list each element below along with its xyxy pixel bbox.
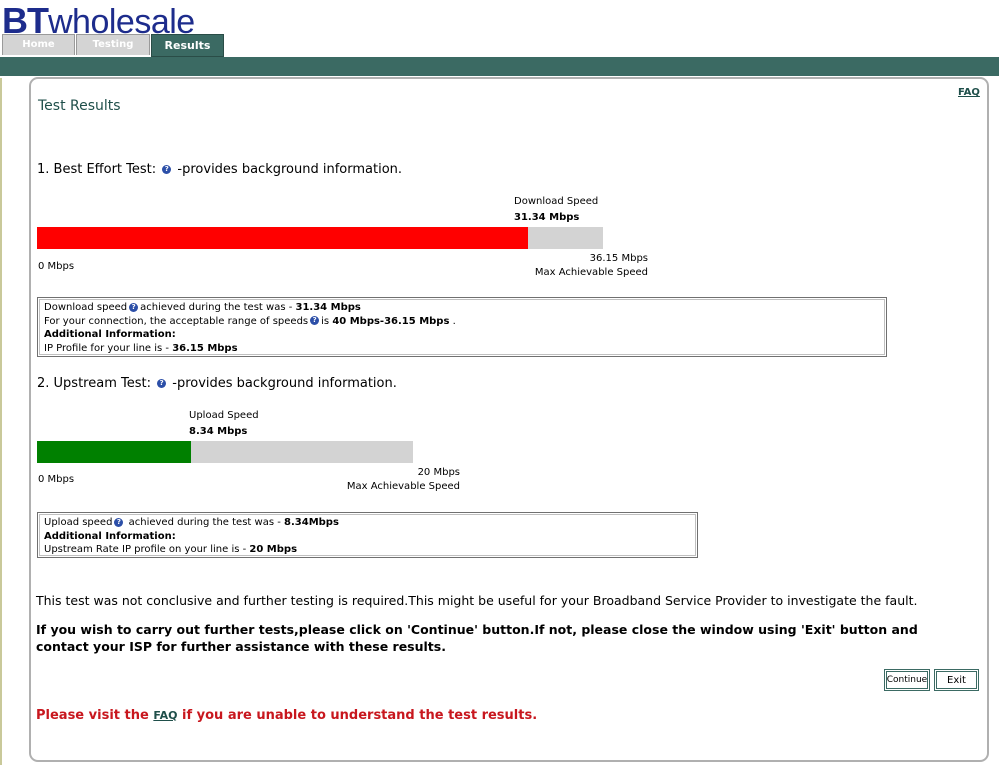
best-effort-heading: 1. Best Effort Test: ? -provides backgro… [37, 162, 402, 177]
download-info-box: Download speed? achieved during the test … [37, 297, 887, 357]
best-effort-help-text: -provides background information. [177, 162, 403, 177]
info-text: achieved during the test was - [125, 517, 285, 528]
help-question-icon[interactable]: ? [157, 379, 167, 388]
upload-info-line3: Upstream Rate IP profile on your line is… [44, 543, 691, 557]
faq-link-bottom[interactable]: FAQ [153, 709, 177, 722]
continue-button[interactable]: Continue [884, 669, 930, 691]
inconclusive-message: This test was not conclusive and further… [36, 593, 918, 608]
tab-testing[interactable]: Testing [76, 34, 150, 55]
faq-notice-after: if you are unable to understand the test… [177, 708, 538, 723]
upload-speed-bar [37, 441, 413, 463]
ip-profile-value: 36.15 Mbps [172, 342, 238, 354]
help-question-icon[interactable]: ? [129, 302, 139, 312]
page-title: Test Results [38, 98, 121, 114]
upload-info-box: Upload speed? achieved during the test w… [37, 512, 698, 558]
help-question-icon[interactable]: ? [162, 165, 172, 174]
results-panel [29, 77, 989, 762]
help-question-icon[interactable]: ? [114, 517, 124, 527]
info-text: Upstream Rate IP profile on your line is… [44, 544, 250, 555]
help-question-icon[interactable]: ? [310, 316, 320, 325]
faq-notice: Please visit the FAQ if you are unable t… [36, 708, 537, 723]
download-info-line1: Download speed? achieved during the test … [44, 301, 880, 315]
exit-button[interactable]: Exit [934, 669, 979, 691]
download-max-value: 36.15 Mbps [589, 253, 648, 264]
upstream-help-text: -provides background information. [172, 376, 397, 391]
upload-speed-value: 8.34 Mbps [189, 426, 248, 437]
upload-max-value: 20 Mbps [417, 467, 460, 478]
acceptable-range-value: 40 Mbps-36.15 Mbps [332, 315, 450, 327]
download-additional-label: Additional Information: [44, 329, 176, 340]
info-text: Upload speed [44, 517, 113, 528]
faq-link-top[interactable]: FAQ [958, 87, 980, 98]
upload-achieved-value: 8.34Mbps [284, 517, 339, 528]
upload-speed-label: Upload Speed [189, 410, 259, 421]
info-text: achieved during the test was - [140, 302, 296, 313]
upload-speed-fill [37, 441, 192, 463]
download-max-label: Max Achievable Speed [534, 267, 648, 278]
info-text: Download speed [44, 302, 128, 313]
download-speed-fill [37, 227, 528, 249]
info-text: . [449, 315, 456, 327]
info-text: is [321, 315, 333, 327]
download-info-line4: IP Profile for your line is - 36.15 Mbps [44, 342, 880, 356]
header-band [0, 57, 999, 76]
faq-notice-before: Please visit the [36, 708, 154, 723]
upstream-ip-profile-value: 20 Mbps [249, 544, 298, 555]
download-info-line2: For your connection, the acceptable rang… [44, 315, 880, 329]
download-speed-bar [37, 227, 603, 249]
download-min-label: 0 Mbps [38, 261, 75, 272]
tab-results[interactable]: Results [151, 34, 224, 57]
download-speed-value: 31.34 Mbps [514, 212, 580, 223]
tab-home[interactable]: Home [2, 34, 75, 55]
upload-additional-label: Additional Information: [44, 530, 176, 542]
best-effort-title: 1. Best Effort Test: [37, 162, 157, 177]
upload-info-line1: Upload speed? achieved during the test w… [44, 516, 691, 530]
upload-min-label: 0 Mbps [38, 474, 75, 485]
bt-wholesale-logo: BTwholesale [2, 0, 195, 41]
download-achieved-value: 31.34 Mbps [295, 302, 361, 313]
info-text: For your connection, the acceptable rang… [44, 315, 309, 327]
instructions-message: If you wish to carry out further tests,p… [36, 622, 918, 654]
upstream-heading: 2. Upstream Test: ? -provides background… [37, 376, 397, 391]
upload-max-label: Max Achievable Speed [346, 481, 460, 492]
upstream-title: 2. Upstream Test: [37, 376, 151, 391]
left-border-rule [0, 78, 2, 765]
info-text: IP Profile for your line is - [44, 342, 173, 354]
download-speed-label: Download Speed [514, 196, 599, 207]
